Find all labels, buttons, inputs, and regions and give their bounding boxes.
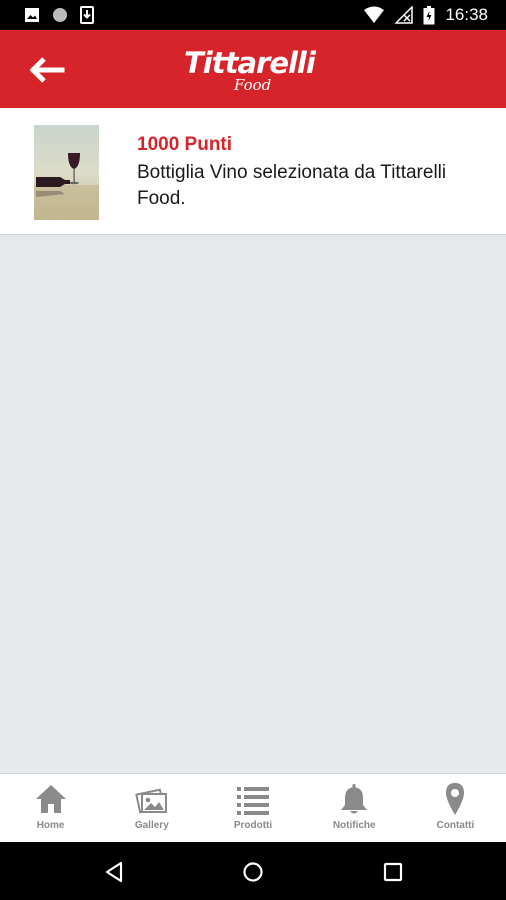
home-circle-icon[interactable] xyxy=(239,858,267,886)
wine-bottle-image xyxy=(34,125,99,220)
list-icon xyxy=(237,787,269,815)
tab-home[interactable]: Home xyxy=(0,774,101,842)
home-icon xyxy=(35,785,66,813)
battery-icon xyxy=(423,5,435,24)
bell-icon xyxy=(341,784,368,814)
status-bar: 16:38 xyxy=(0,0,506,30)
tab-gallery[interactable]: Gallery xyxy=(101,774,202,842)
tab-notifiche[interactable]: Notifiche xyxy=(304,774,405,842)
tab-label-contatti: Contatti xyxy=(436,820,475,831)
reward-list-item[interactable]: 1000 Punti Bottiglia Vino selezionata da… xyxy=(0,108,506,235)
gallery-icon xyxy=(135,788,167,814)
points-label: 1000 Punti xyxy=(137,134,233,155)
image-notification-icon xyxy=(25,8,39,22)
wifi-icon xyxy=(364,6,385,23)
recents-square-icon[interactable] xyxy=(379,858,407,886)
back-triangle-icon[interactable] xyxy=(100,858,128,886)
tab-prodotti[interactable]: Prodotti xyxy=(202,774,303,842)
tab-label-home: Home xyxy=(36,820,65,831)
circle-notification-icon xyxy=(53,8,67,22)
logo-wordmark: Tittarelli xyxy=(184,46,316,80)
brand-logo: Tittarelli Food xyxy=(184,46,326,98)
bottom-tab-bar: Home Gallery Prodotti Notifiche Contatti xyxy=(0,773,506,842)
system-navigation-bar xyxy=(0,842,506,900)
logo-subtitle: Food xyxy=(234,76,272,94)
tab-label-notifiche: Notifiche xyxy=(332,820,376,831)
download-notification-icon xyxy=(80,6,94,24)
app-header: Tittarelli Food xyxy=(0,30,506,108)
reward-description: Bottiglia Vino selezionata da Tittarelli… xyxy=(137,162,447,209)
back-arrow-icon[interactable] xyxy=(30,56,66,84)
location-pin-icon xyxy=(446,783,465,815)
tab-label-gallery: Gallery xyxy=(134,820,169,831)
tab-label-prodotti: Prodotti xyxy=(233,820,273,831)
tab-contatti[interactable]: Contatti xyxy=(405,774,506,842)
no-signal-icon xyxy=(395,6,414,24)
clock: 16:38 xyxy=(445,5,488,24)
